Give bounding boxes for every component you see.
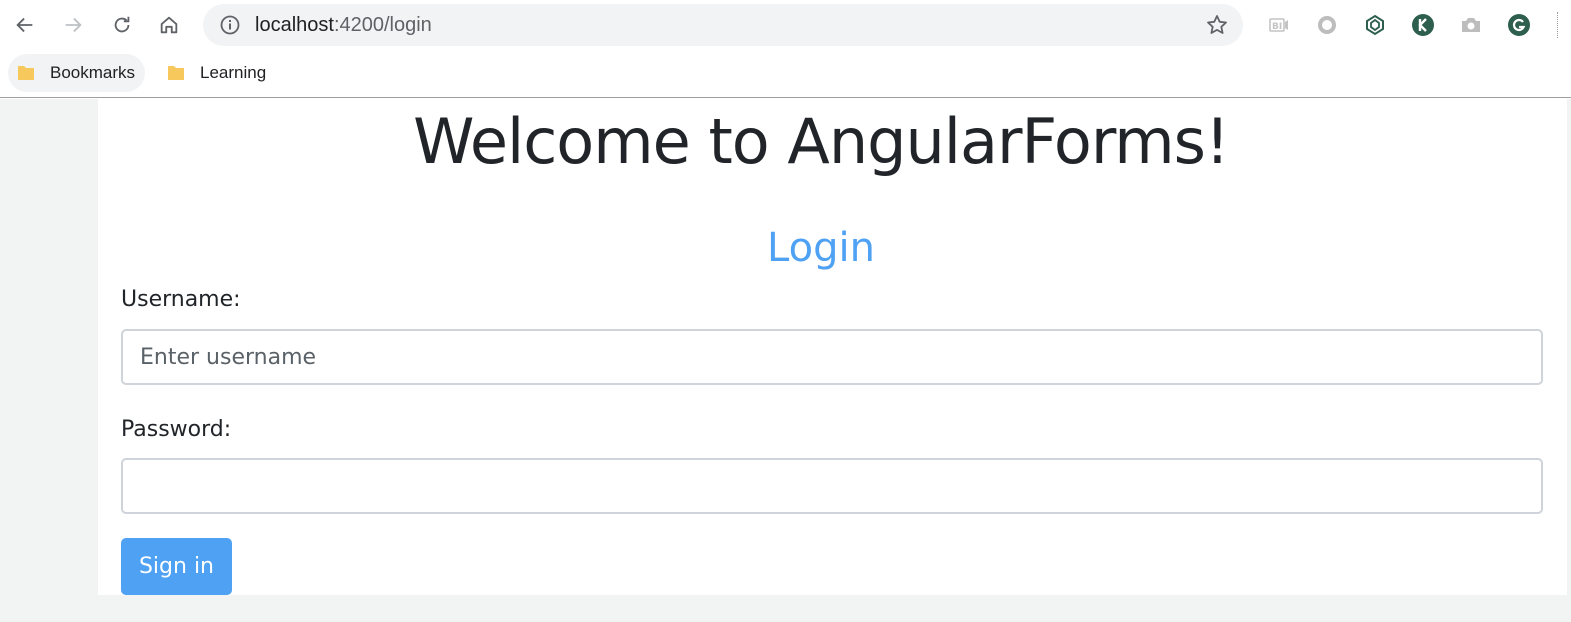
reload-icon: [114, 16, 130, 33]
spiral-extension-icon[interactable]: [1362, 12, 1388, 38]
username-label: Username:: [121, 287, 241, 312]
bookmark-label: Bookmarks: [50, 63, 136, 82]
svg-text:BI: BI: [1272, 22, 1282, 32]
page-viewport: Welcome to AngularForms! Login Username:…: [0, 99, 1571, 622]
sign-in-button[interactable]: Sign in: [121, 538, 232, 595]
url-path: :4200/login: [333, 14, 432, 36]
bookmark-folder-learning[interactable]: Learning: [158, 54, 276, 92]
home-button[interactable]: [153, 9, 185, 41]
reload-button[interactable]: [106, 9, 138, 41]
login-heading: Login: [767, 225, 875, 271]
arrow-right-icon: [65, 17, 82, 33]
app-container: Welcome to AngularForms! Login Username:…: [98, 99, 1567, 595]
back-button[interactable]: [9, 9, 41, 41]
password-input[interactable]: [121, 458, 1543, 514]
bookmark-folder-bookmarks[interactable]: Bookmarks: [8, 54, 146, 92]
password-label: Password:: [121, 417, 232, 442]
camera-extension-icon[interactable]: [1458, 12, 1484, 38]
bookmarks-bar: Bookmarks Learning: [0, 50, 1571, 98]
k-extension-icon[interactable]: [1410, 12, 1436, 38]
url-host: localhost: [255, 14, 334, 36]
page-title: Welcome to AngularForms!: [413, 105, 1230, 178]
arrow-left-icon: [16, 17, 33, 33]
grammarly-icon[interactable]: [1506, 12, 1532, 38]
url-text[interactable]: localhost:4200/login: [255, 14, 432, 37]
circle-extension-icon[interactable]: [1314, 12, 1340, 38]
folder-icon: [168, 66, 184, 80]
address-bar[interactable]: localhost:4200/login: [203, 4, 1243, 46]
bi-extension-icon[interactable]: BI: [1266, 12, 1292, 38]
toolbar-separator: [1557, 12, 1559, 38]
bookmark-label: Learning: [200, 63, 267, 82]
browser-toolbar: localhost:4200/login BI: [0, 0, 1571, 50]
username-input[interactable]: [121, 329, 1543, 385]
bookmark-star-icon[interactable]: [1205, 13, 1229, 37]
info-icon[interactable]: [220, 15, 240, 35]
folder-icon: [18, 66, 34, 80]
forward-button[interactable]: [57, 9, 89, 41]
home-icon: [160, 16, 178, 34]
